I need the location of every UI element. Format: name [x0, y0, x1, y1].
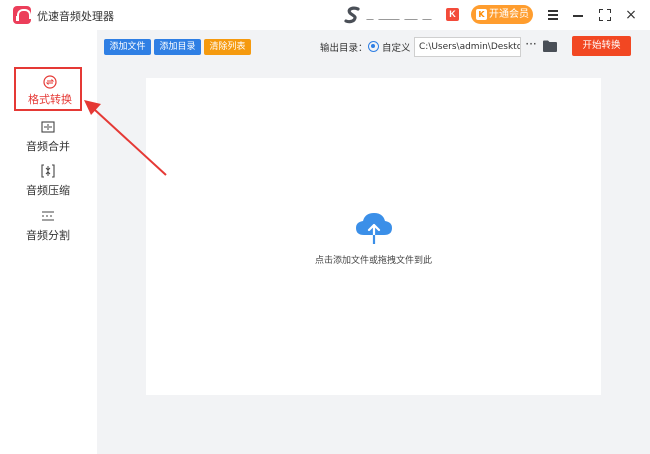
custom-radio-label[interactable]: 自定义: [382, 40, 411, 54]
vip-icon: K: [476, 9, 487, 20]
add-file-button[interactable]: 添加文件: [104, 39, 151, 55]
cloud-upload-icon: [356, 213, 392, 245]
brand-text: [366, 10, 440, 20]
menu-button[interactable]: [543, 5, 563, 25]
sidebar-item-audio-compress[interactable]: 音频压缩: [14, 158, 82, 202]
brand-badge-icon[interactable]: K: [446, 8, 459, 21]
browse-more-button[interactable]: ···: [524, 38, 538, 54]
sidebar: 格式转换 音频合并 音频压缩 音频分割: [0, 30, 97, 454]
output-dir-label: 输出目录：: [320, 43, 368, 54]
sidebar-item-label: 音频分割: [26, 229, 70, 242]
sidebar-item-label: 音频合并: [26, 140, 70, 153]
close-button[interactable]: ×: [621, 5, 641, 25]
add-directory-button[interactable]: 添加目录: [154, 39, 201, 55]
open-folder-icon[interactable]: [543, 40, 557, 52]
start-convert-button[interactable]: 开始转换: [572, 36, 631, 56]
drop-hint-text: 点击添加文件或拖拽文件到此: [314, 256, 432, 266]
minimize-button[interactable]: [568, 5, 588, 25]
clear-list-button[interactable]: 清除列表: [204, 39, 251, 55]
custom-radio[interactable]: [368, 41, 379, 52]
convert-icon: [43, 75, 57, 89]
sidebar-item-format-convert[interactable]: 格式转换: [14, 67, 82, 111]
output-path-field[interactable]: [414, 37, 521, 57]
vip-label: 开通会员: [489, 9, 529, 20]
split-icon: [42, 211, 54, 221]
sidebar-item-label: 音频压缩: [26, 184, 70, 197]
vip-button[interactable]: K 开通会员: [471, 5, 533, 24]
merge-icon: [41, 121, 55, 133]
app-title: 优速音频处理器: [37, 10, 114, 23]
sidebar-item-label: 格式转换: [28, 93, 72, 106]
app-logo-icon: [13, 6, 34, 24]
file-drop-zone[interactable]: 点击添加文件或拖拽文件到此: [146, 78, 601, 395]
brand-logo-icon: [344, 6, 360, 24]
compress-icon: [41, 164, 55, 178]
title-bar: 优速音频处理器 K K 开通会员 ×: [0, 0, 650, 30]
sidebar-item-audio-merge[interactable]: 音频合并: [14, 114, 82, 158]
maximize-button[interactable]: [595, 5, 615, 25]
sidebar-item-audio-split[interactable]: 音频分割: [14, 203, 82, 247]
